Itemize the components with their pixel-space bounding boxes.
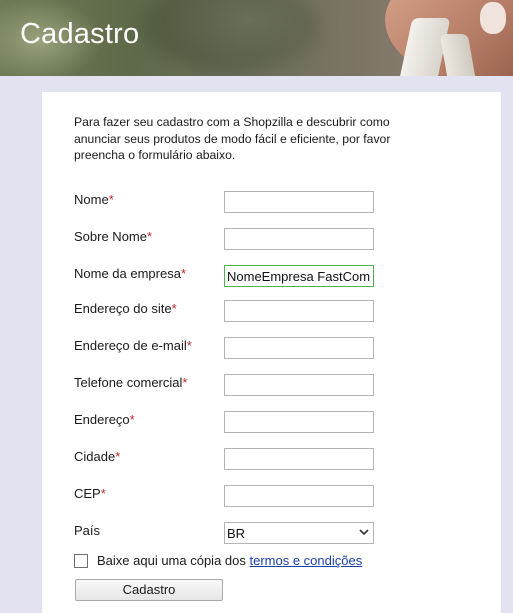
terms-link[interactable]: termos e condições <box>249 553 362 568</box>
cidade-input[interactable] <box>224 448 374 470</box>
email-input[interactable] <box>224 337 374 359</box>
banner-background-blur <box>140 0 320 70</box>
field-row-cidade: Cidade* <box>42 448 501 472</box>
country-select[interactable]: BR <box>224 522 374 544</box>
nome-input[interactable] <box>224 191 374 213</box>
required-marker: * <box>115 449 121 464</box>
field-label-nome-empresa: Nome da empresa* <box>74 266 187 281</box>
field-label-email: Endereço de e-mail* <box>74 338 192 353</box>
nome-empresa-input[interactable] <box>224 265 374 287</box>
field-label-cidade: Cidade* <box>74 449 121 464</box>
required-marker: * <box>146 229 153 244</box>
field-row-nome-empresa: Nome da empresa* <box>42 265 501 289</box>
endereco-input[interactable] <box>224 411 374 433</box>
field-label-endereco-site: Endereço do site* <box>74 301 177 316</box>
field-row-endereco-site: Endereço do site* <box>42 300 501 324</box>
submit-button[interactable]: Cadastro <box>75 579 223 601</box>
required-marker: * <box>100 486 106 501</box>
required-marker: * <box>180 266 187 281</box>
intro-text: Para fazer seu cadastro com a Shopzilla … <box>74 115 391 162</box>
field-label-nome: Nome* <box>74 192 114 207</box>
field-row-cep: CEP* <box>42 485 501 509</box>
field-label-cep: CEP* <box>74 486 106 501</box>
field-label-sobre-nome: Sobre Nome* <box>74 229 153 244</box>
field-label-pais: País <box>74 523 101 538</box>
required-marker: * <box>182 375 188 390</box>
page-title: Cadastro <box>20 18 140 50</box>
header-banner: Cadastro <box>0 0 513 76</box>
field-row-email: Endereço de e-mail* <box>42 337 501 361</box>
field-label-endereco: Endereço* <box>74 412 135 427</box>
endereco-site-input[interactable] <box>224 300 374 322</box>
required-marker: * <box>108 192 114 207</box>
registration-form: Para fazer seu cadastro com a Shopzilla … <box>42 92 501 613</box>
field-row-nome: Nome* <box>42 191 501 215</box>
field-row-pais: País BR <box>42 522 501 546</box>
field-row-sobre-nome: Sobre Nome* <box>42 228 501 252</box>
required-marker: * <box>186 338 192 353</box>
banner-thumbnail-image <box>480 2 506 34</box>
field-row-telefone: Telefone comercial* <box>42 374 501 398</box>
telefone-input[interactable] <box>224 374 374 396</box>
field-row-endereco: Endereço* <box>42 411 501 435</box>
terms-row: Baixe aqui uma cópia dos termos e condiç… <box>74 553 494 571</box>
terms-text: Baixe aqui uma cópia dos termos e condiç… <box>97 553 363 568</box>
cep-input[interactable] <box>224 485 374 507</box>
required-marker: * <box>171 301 177 316</box>
sobre-nome-input[interactable] <box>224 228 374 250</box>
field-label-telefone: Telefone comercial* <box>74 375 188 390</box>
required-marker: * <box>129 412 135 427</box>
terms-checkbox[interactable] <box>74 554 88 568</box>
